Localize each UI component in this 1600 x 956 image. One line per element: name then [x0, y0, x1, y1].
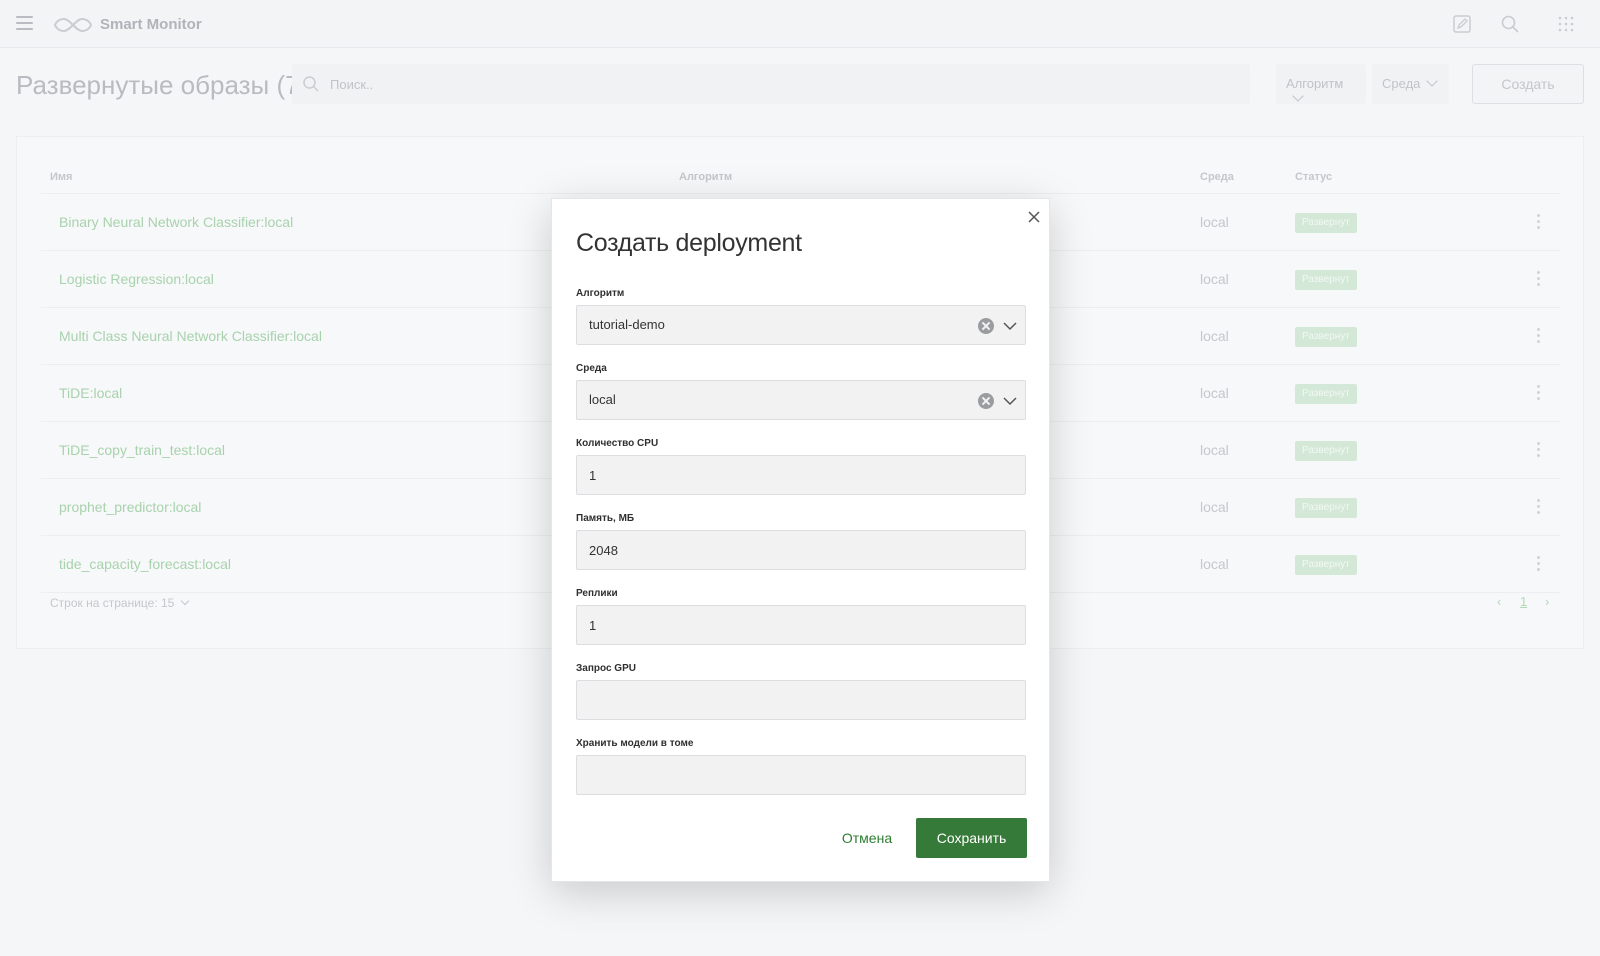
row-env: local	[1200, 328, 1229, 344]
env-label: Среда	[576, 363, 607, 374]
replicas-label: Реплики	[576, 588, 618, 599]
row-name-link[interactable]: Binary Neural Network Classifier:local	[59, 214, 293, 230]
chevron-down-icon[interactable]	[1002, 318, 1018, 334]
algorithm-select[interactable]: tutorial-demo	[576, 305, 1026, 345]
row-env: local	[1200, 214, 1229, 230]
create-button[interactable]: Создать	[1472, 64, 1584, 104]
more-actions-icon[interactable]	[1537, 499, 1541, 515]
top-bar: Smart Monitor	[0, 0, 1600, 48]
chevron-down-icon[interactable]	[1002, 393, 1018, 409]
row-env: local	[1200, 499, 1229, 515]
search-box[interactable]	[292, 64, 1250, 104]
dialog-title: Создать deployment	[576, 229, 802, 257]
algorithm-filter-label: Алгоритм	[1286, 76, 1344, 91]
edit-icon[interactable]	[1452, 14, 1472, 34]
row-name-link[interactable]: tide_capacity_forecast:local	[59, 556, 231, 572]
more-actions-icon[interactable]	[1537, 271, 1541, 287]
env-filter-label: Среда	[1382, 76, 1421, 91]
gpu-field[interactable]	[576, 680, 1026, 720]
env-select[interactable]: local	[576, 380, 1026, 420]
status-badge: Развернут	[1295, 555, 1357, 575]
chevron-down-icon	[181, 596, 190, 606]
logo-icon	[53, 17, 93, 33]
replicas-input[interactable]	[589, 606, 1009, 644]
more-actions-icon[interactable]	[1537, 385, 1541, 401]
clear-icon[interactable]	[978, 318, 994, 334]
gpu-label: Запрос GPU	[576, 663, 636, 674]
column-header-env[interactable]: Среда	[1200, 171, 1234, 183]
gpu-input[interactable]	[589, 681, 1009, 719]
cpu-input[interactable]	[589, 456, 1009, 494]
rows-per-page-select[interactable]: Строк на странице: 15	[50, 596, 190, 610]
row-env: local	[1200, 385, 1229, 401]
status-badge: Развернут	[1295, 213, 1357, 233]
row-name-link[interactable]: Logistic Regression:local	[59, 271, 214, 287]
algorithm-value: tutorial-demo	[589, 317, 665, 332]
clear-icon[interactable]	[978, 393, 994, 409]
more-actions-icon[interactable]	[1537, 442, 1541, 458]
page-title: Развернутые образы (7)	[16, 70, 309, 100]
status-badge: Развернут	[1295, 441, 1357, 461]
apps-grid-icon[interactable]	[1556, 14, 1576, 34]
env-value: local	[589, 392, 616, 407]
cpu-field[interactable]	[576, 455, 1026, 495]
more-actions-icon[interactable]	[1537, 214, 1541, 230]
chevron-down-icon	[1426, 75, 1439, 87]
replicas-field[interactable]	[576, 605, 1026, 645]
page-number[interactable]: 1	[1520, 594, 1527, 609]
chevron-down-icon	[1292, 90, 1304, 102]
search-input[interactable]	[330, 64, 1230, 104]
create-deployment-dialog: Создать deployment Алгоритм tutorial-dem…	[551, 198, 1050, 882]
search-icon	[303, 76, 319, 92]
algorithm-label: Алгоритм	[576, 288, 625, 299]
volume-input[interactable]	[589, 756, 1009, 794]
env-filter[interactable]: Среда	[1372, 64, 1449, 104]
status-badge: Развернут	[1295, 498, 1357, 518]
volume-label: Хранить модели в томе	[576, 738, 694, 749]
cancel-button[interactable]: Отмена	[827, 818, 907, 858]
next-page-icon[interactable]: ›	[1545, 594, 1549, 609]
prev-page-icon[interactable]: ‹	[1497, 594, 1501, 609]
volume-field[interactable]	[576, 755, 1026, 795]
menu-icon[interactable]	[16, 16, 33, 30]
row-env: local	[1200, 556, 1229, 572]
search-icon[interactable]	[1500, 14, 1520, 34]
rows-per-page-label: Строк на странице: 15	[50, 596, 175, 610]
row-name-link[interactable]: TiDE_copy_train_test:local	[59, 442, 225, 458]
column-header-name[interactable]: Имя	[50, 171, 72, 183]
row-name-link[interactable]: prophet_predictor:local	[59, 499, 201, 515]
close-icon[interactable]	[1026, 209, 1042, 225]
status-badge: Развернут	[1295, 384, 1357, 404]
cpu-label: Количество CPU	[576, 438, 659, 449]
algorithm-filter[interactable]: Алгоритм	[1276, 64, 1366, 104]
memory-label: Память, МБ	[576, 513, 635, 524]
app-title: Smart Monitor	[100, 16, 202, 33]
more-actions-icon[interactable]	[1537, 556, 1541, 572]
more-actions-icon[interactable]	[1537, 328, 1541, 344]
status-badge: Развернут	[1295, 270, 1357, 290]
column-header-algorithm[interactable]: Алгоритм	[679, 171, 732, 183]
row-name-link[interactable]: Multi Class Neural Network Classifier:lo…	[59, 328, 322, 344]
row-env: local	[1200, 271, 1229, 287]
memory-field[interactable]	[576, 530, 1026, 570]
row-name-link[interactable]: TiDE:local	[59, 385, 122, 401]
save-button[interactable]: Сохранить	[916, 818, 1027, 858]
status-badge: Развернут	[1295, 327, 1357, 347]
column-header-status[interactable]: Статус	[1295, 171, 1332, 183]
row-env: local	[1200, 442, 1229, 458]
memory-input[interactable]	[589, 531, 1009, 569]
